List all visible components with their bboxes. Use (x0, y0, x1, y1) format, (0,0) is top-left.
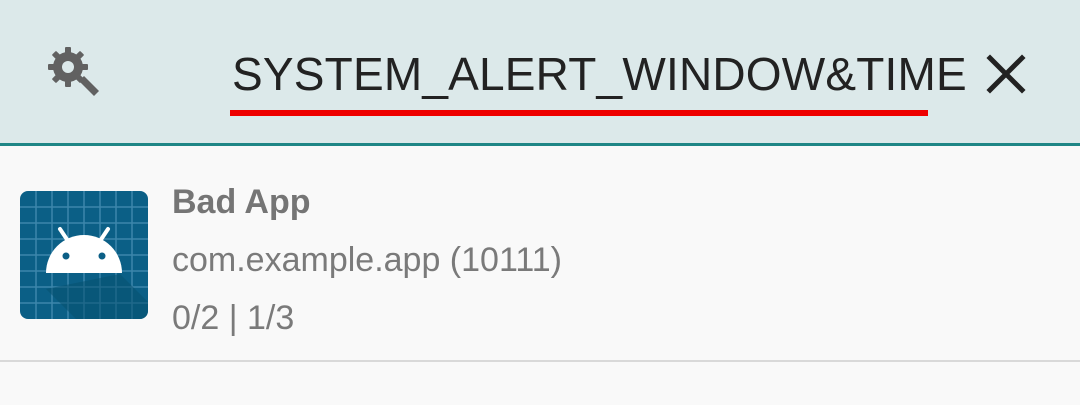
search-input[interactable]: SYSTEM_ALERT_WINDOW&TIME (230, 40, 967, 118)
list-item[interactable]: Bad App com.example.app (10111) 0/2 | 1/… (0, 146, 1080, 362)
search-underline (230, 110, 928, 116)
app-counts: 0/2 | 1/3 (172, 299, 295, 337)
screen: SYSTEM_ALERT_WINDOW&TIME Bad App com.exa… (0, 0, 1080, 405)
close-icon[interactable] (976, 44, 1036, 104)
app-package: com.example.app (10111) (172, 241, 562, 279)
search-query-text[interactable]: SYSTEM_ALERT_WINDOW&TIME (232, 46, 967, 102)
android-app-icon (20, 191, 148, 319)
search-bar: SYSTEM_ALERT_WINDOW&TIME (0, 0, 1080, 146)
settings-search-icon (46, 45, 102, 101)
app-name: Bad App (172, 183, 311, 221)
